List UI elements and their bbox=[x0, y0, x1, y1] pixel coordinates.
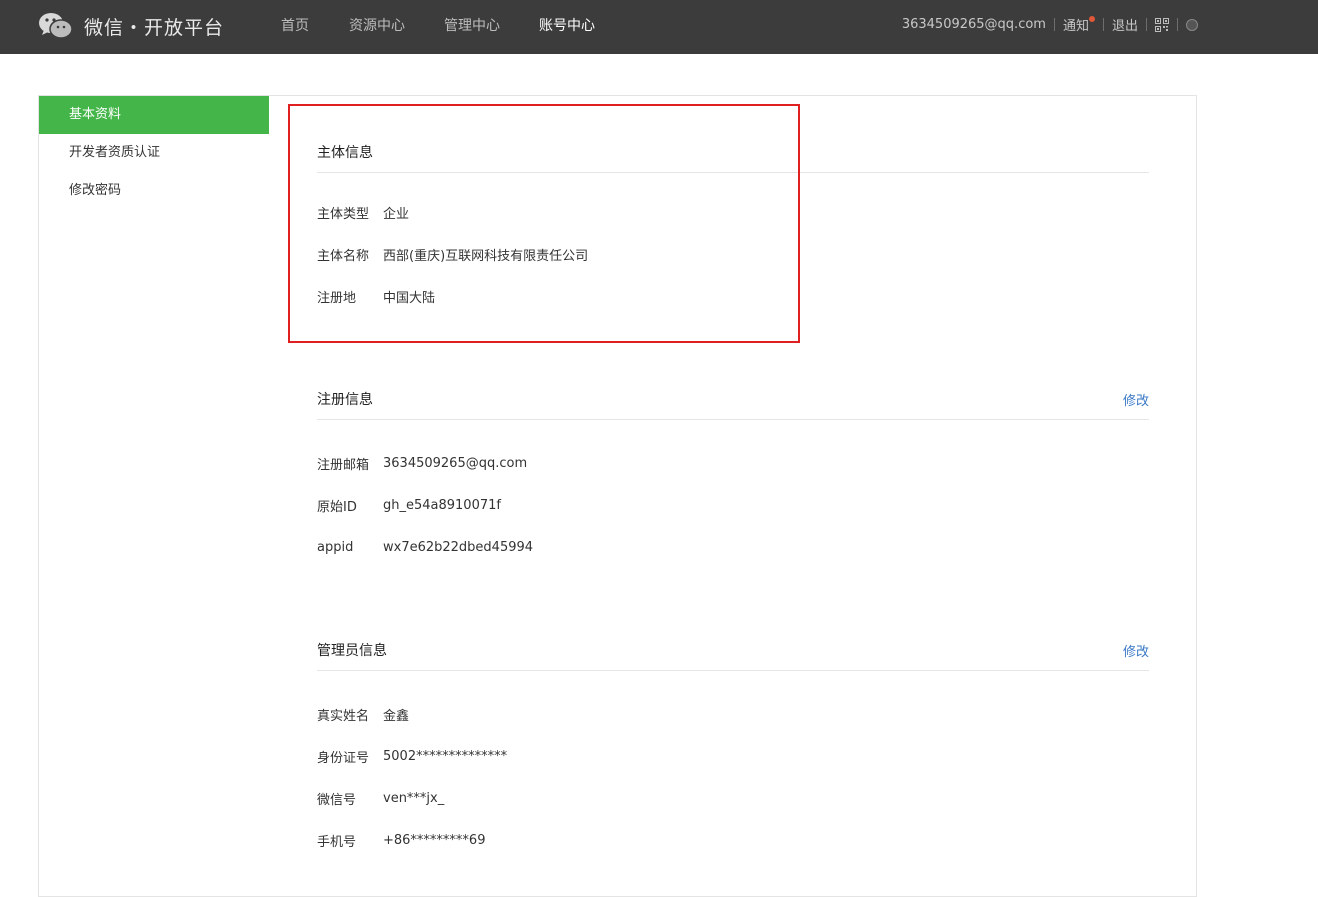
nav-management-center[interactable]: 管理中心 bbox=[444, 15, 500, 35]
field-label: 原始ID bbox=[317, 499, 357, 515]
field-value: +86*********69 bbox=[383, 832, 486, 848]
info-row: 主体类型 企业 bbox=[317, 191, 1149, 233]
section-title: 主体信息 bbox=[317, 145, 373, 161]
notification-dot-icon bbox=[1088, 16, 1095, 22]
notification-link[interactable]: 通知 bbox=[1063, 15, 1095, 34]
info-row: 微信号 ven***jx_ bbox=[317, 777, 1149, 819]
nav-account-center[interactable]: 账号中心 bbox=[539, 15, 595, 35]
section-title: 注册信息 bbox=[317, 392, 373, 408]
brand-logo[interactable]: 微信・开放平台 bbox=[38, 8, 224, 44]
info-row: 主体名称 西部(重庆)互联网科技有限责任公司 bbox=[317, 233, 1149, 275]
entity-info-section: 主体信息 主体类型 企业 主体名称 西部(重庆)互联网科技有限责任公司 注册地 … bbox=[317, 132, 1149, 317]
field-value: 西部(重庆)互联网科技有限责任公司 bbox=[383, 248, 589, 264]
field-label: 主体类型 bbox=[317, 206, 370, 222]
field-label: 身份证号 bbox=[317, 750, 370, 766]
sidebar-item-change-password[interactable]: 修改密码 bbox=[39, 172, 270, 210]
field-value: 企业 bbox=[383, 206, 410, 222]
section-title: 管理员信息 bbox=[317, 643, 387, 659]
field-value: ven***jx_ bbox=[383, 790, 445, 806]
field-value: 金鑫 bbox=[383, 708, 410, 724]
field-label: 真实姓名 bbox=[317, 708, 370, 724]
field-label: 注册邮箱 bbox=[317, 457, 370, 473]
admin-info-section: 管理员信息 修改 真实姓名 金鑫 身份证号 5002**************… bbox=[317, 630, 1149, 861]
registration-info-section: 注册信息 修改 注册邮箱 3634509265@qq.com 原始ID gh_e… bbox=[317, 379, 1149, 568]
field-label: 微信号 bbox=[317, 792, 357, 808]
field-value: 3634509265@qq.com bbox=[383, 455, 528, 471]
sidebar-item-developer-certification[interactable]: 开发者资质认证 bbox=[39, 134, 270, 172]
qr-code-icon[interactable] bbox=[1155, 17, 1169, 32]
edit-registration-link[interactable]: 修改 bbox=[1123, 390, 1149, 409]
field-value: 中国大陆 bbox=[383, 290, 436, 306]
main-content: 主体信息 主体类型 企业 主体名称 西部(重庆)互联网科技有限责任公司 注册地 … bbox=[269, 95, 1197, 897]
info-row: 原始ID gh_e54a8910071f bbox=[317, 484, 1149, 526]
edit-admin-link[interactable]: 修改 bbox=[1123, 641, 1149, 660]
top-navigation-bar: 微信・开放平台 首页 资源中心 管理中心 账号中心 3634509265@qq.… bbox=[0, 0, 1318, 54]
info-row: 注册地 中国大陆 bbox=[317, 275, 1149, 317]
nav-home[interactable]: 首页 bbox=[281, 15, 309, 35]
divider bbox=[1102, 18, 1104, 31]
globe-icon[interactable] bbox=[1186, 18, 1198, 31]
user-email[interactable]: 3634509265@qq.com bbox=[902, 17, 1046, 32]
account-sidebar: 基本资料 开发者资质认证 修改密码 bbox=[38, 95, 271, 897]
field-label: 手机号 bbox=[317, 834, 357, 850]
divider bbox=[1053, 18, 1055, 31]
sidebar-item-basic-info[interactable]: 基本资料 bbox=[39, 96, 270, 134]
section-header: 主体信息 bbox=[317, 132, 1149, 173]
field-value: gh_e54a8910071f bbox=[383, 497, 501, 513]
field-value: wx7e62b22dbed45994 bbox=[383, 539, 534, 555]
field-label: 主体名称 bbox=[317, 248, 370, 264]
brand-name: 微信・开放平台 bbox=[84, 16, 225, 39]
field-value: 5002************** bbox=[383, 748, 508, 764]
section-header: 管理员信息 修改 bbox=[317, 630, 1149, 671]
info-row: 身份证号 5002************** bbox=[317, 735, 1149, 777]
field-label: 注册地 bbox=[317, 290, 357, 306]
nav-resource-center[interactable]: 资源中心 bbox=[349, 15, 405, 35]
info-row: appid wx7e62b22dbed45994 bbox=[317, 526, 1149, 568]
wechat-logo-icon bbox=[39, 13, 73, 39]
section-header: 注册信息 修改 bbox=[317, 379, 1149, 420]
field-label: appid bbox=[317, 539, 354, 555]
info-row: 真实姓名 金鑫 bbox=[317, 693, 1149, 735]
info-row: 手机号 +86*********69 bbox=[317, 819, 1149, 861]
logout-link[interactable]: 退出 bbox=[1112, 15, 1138, 34]
divider bbox=[1146, 18, 1147, 31]
user-menu: 3634509265@qq.com 通知 退出 bbox=[902, 15, 1198, 34]
notification-label: 通知 bbox=[1062, 19, 1089, 34]
divider bbox=[1177, 18, 1178, 31]
info-row: 注册邮箱 3634509265@qq.com bbox=[317, 442, 1149, 484]
